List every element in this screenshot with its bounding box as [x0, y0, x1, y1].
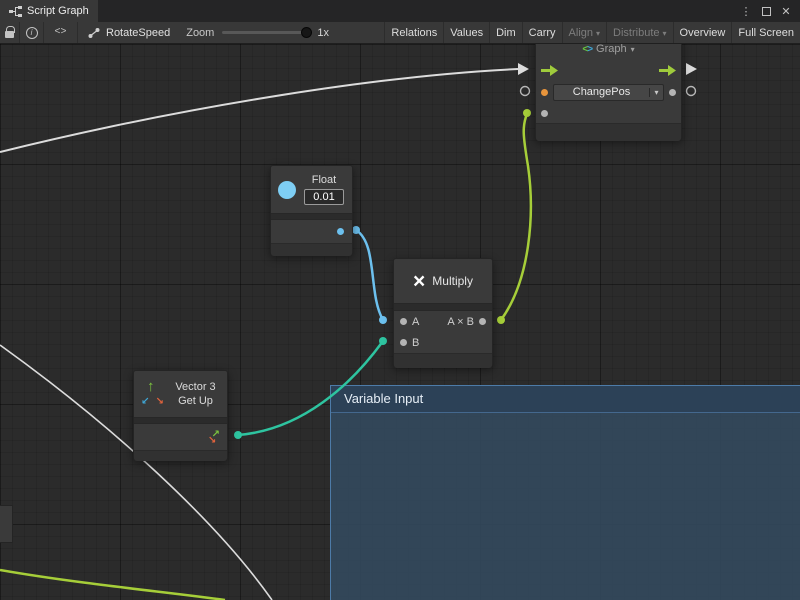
multiply-header: × Multiply	[394, 259, 492, 303]
float-output-port[interactable]	[337, 228, 344, 235]
align-button[interactable]: Align ▾	[562, 22, 606, 43]
vector3-output-row: ↗ ↘	[134, 424, 227, 450]
full-screen-button[interactable]: Full Screen	[731, 22, 800, 43]
zoom-control: Zoom 1x	[186, 22, 329, 43]
node-float-literal[interactable]: Float 0.01	[270, 165, 353, 255]
node-footer	[134, 450, 227, 461]
name-input-port[interactable]	[541, 89, 548, 96]
node-footer	[394, 353, 492, 368]
chevron-down-icon: ▾	[596, 29, 600, 38]
variable-name-dropdown[interactable]: ChangePos ▾	[553, 84, 664, 101]
script-graph-icon: <>	[582, 44, 592, 55]
values-button[interactable]: Values	[443, 22, 489, 43]
node-fragment[interactable]	[0, 505, 13, 543]
flow-in-port-icon[interactable]	[541, 65, 558, 76]
node-multiply[interactable]: × Multiply A A × B B	[393, 258, 493, 367]
kebab-menu-icon[interactable]: ⋮	[738, 3, 754, 19]
tab-title: Script Graph	[27, 5, 89, 17]
value-wire-bottom	[0, 570, 225, 600]
vector3-type-icon[interactable]: ↗ ↘	[207, 431, 221, 444]
close-icon[interactable]: ✕	[778, 3, 794, 19]
value-input-row	[536, 103, 681, 123]
float-type-label: Float	[312, 174, 336, 186]
input-a-label: A	[412, 316, 419, 328]
zoom-slider[interactable]	[222, 31, 310, 34]
tab-script-graph[interactable]: Script Graph	[0, 0, 98, 22]
group-header[interactable]: Variable Input	[331, 386, 800, 413]
multiply-title: Multiply	[432, 274, 473, 288]
input-b-port[interactable]	[400, 339, 407, 346]
value-output-port[interactable]	[669, 89, 676, 96]
lock-icon	[5, 31, 14, 38]
graph-asset-icon	[88, 27, 100, 39]
float-type-icon	[278, 181, 296, 199]
edit-code-button[interactable]: <>	[44, 22, 78, 43]
value-wire-float-to-multiply	[356, 230, 383, 320]
node-separator	[271, 213, 352, 220]
dim-button[interactable]: Dim	[489, 22, 522, 43]
vector3-header: ↑ ↙ ↘ Vector 3 Get Up	[134, 371, 227, 417]
flow-out-port-icon[interactable]	[659, 65, 676, 76]
node-vector3-get-up[interactable]: ↑ ↙ ↘ Vector 3 Get Up ↗ ↘	[133, 370, 228, 460]
info-icon: i	[26, 27, 38, 39]
zoom-label: Zoom	[186, 27, 214, 39]
flow-arrow-in-icon	[518, 63, 529, 75]
graph-canvas[interactable]: Variable Input <> Graph ▾	[0, 44, 800, 600]
flow-wire-top	[0, 69, 518, 152]
group-variable-input: Variable Input	[330, 385, 800, 600]
info-button[interactable]: i	[20, 22, 44, 43]
port-empty-left	[521, 87, 530, 96]
float-header: Float 0.01	[271, 166, 352, 213]
lock-button[interactable]	[0, 22, 20, 43]
float-output-row	[271, 220, 352, 243]
toolbar: i <> RotateSpeed Zoom 1x Relations Value…	[0, 22, 800, 44]
group-title: Variable Input	[344, 391, 423, 406]
zoom-slider-handle[interactable]	[301, 27, 312, 38]
node-footer	[536, 123, 681, 141]
graph-name-label: RotateSpeed	[106, 27, 170, 39]
distribute-button[interactable]: Distribute ▾	[606, 22, 672, 43]
set-variable-header[interactable]: <> Graph ▾	[536, 44, 681, 59]
flow-ports-row	[536, 59, 681, 81]
float-value-input[interactable]: 0.01	[304, 189, 344, 205]
graph-reference: RotateSpeed	[88, 22, 170, 43]
carry-button[interactable]: Carry	[522, 22, 562, 43]
variable-name-row: ChangePos ▾	[536, 81, 681, 103]
node-separator	[134, 417, 227, 424]
value-input-port[interactable]	[541, 110, 548, 117]
node-set-variable[interactable]: <> Graph ▾ ChangePos ▾	[535, 44, 682, 140]
multiply-row-a: A A × B	[394, 311, 492, 332]
input-a-port[interactable]	[400, 318, 407, 325]
multiply-row-b: B	[394, 332, 492, 353]
variable-kind-label: Graph	[596, 44, 627, 55]
value-wire-multiply-to-setvar	[501, 114, 531, 320]
chevron-down-icon: ▾	[649, 88, 663, 97]
vector3-type-label: Vector 3	[175, 381, 215, 393]
window-controls: ⋮ ✕	[738, 0, 800, 22]
script-graph-tab-icon	[9, 5, 22, 18]
relations-button[interactable]: Relations	[384, 22, 443, 43]
output-label: A × B	[447, 316, 474, 328]
titlebar: Script Graph ⋮ ✕	[0, 0, 800, 22]
maximize-icon[interactable]	[758, 3, 774, 19]
port-empty-right	[687, 87, 696, 96]
zoom-value: 1x	[317, 27, 329, 39]
overview-button[interactable]: Overview	[673, 22, 732, 43]
node-separator	[394, 303, 492, 311]
node-footer	[271, 243, 352, 256]
toolbar-buttons: Relations Values Dim Carry Align ▾ Distr…	[384, 22, 800, 43]
vector3-up-icon: ↑ ↙ ↘	[142, 382, 164, 406]
code-icon: <>	[54, 27, 66, 38]
multiply-icon: ×	[413, 271, 425, 292]
chevron-down-icon: ▾	[663, 29, 667, 38]
output-port[interactable]	[479, 318, 486, 325]
input-b-label: B	[412, 337, 419, 349]
chevron-down-icon: ▾	[631, 45, 635, 54]
flow-arrow-out-icon	[686, 63, 697, 75]
vector3-operation-label: Get Up	[178, 395, 213, 407]
